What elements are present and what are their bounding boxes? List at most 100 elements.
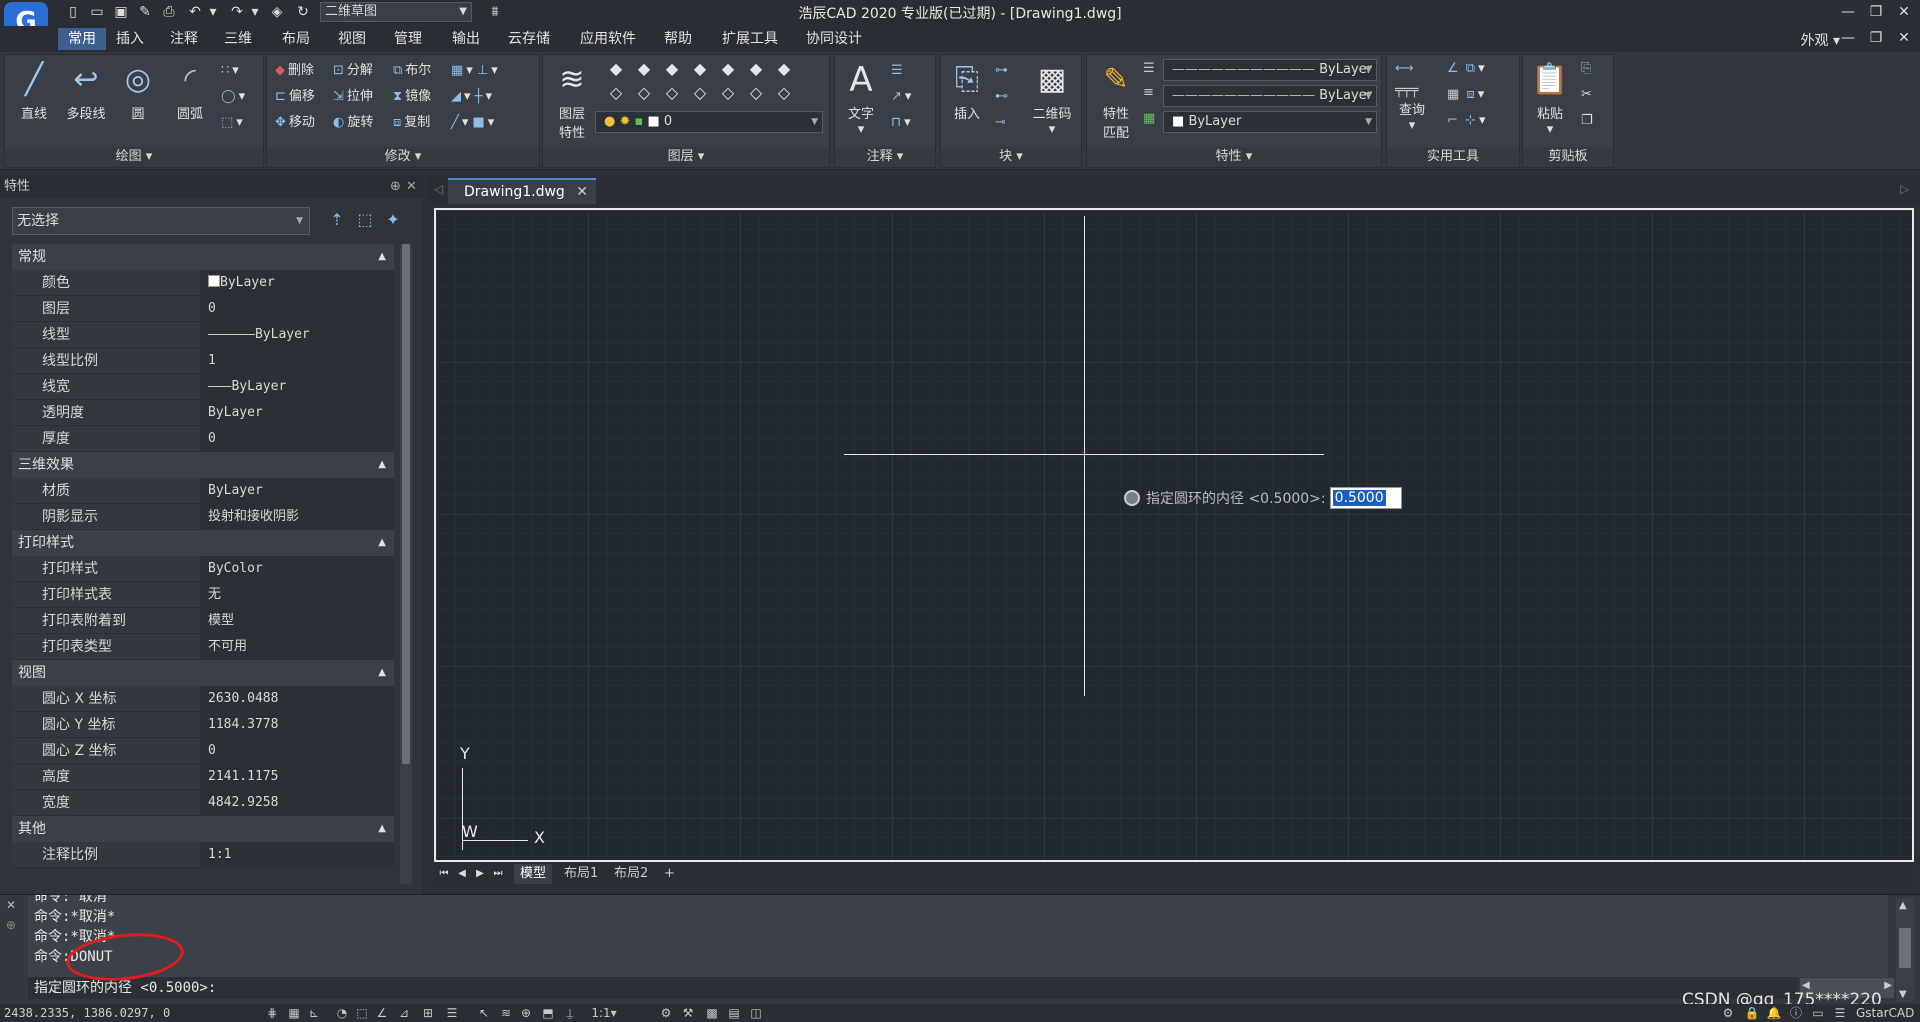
panel-block-title[interactable]: 块 ▾ xyxy=(941,147,1081,167)
panel-layer-title[interactable]: 图层 ▾ xyxy=(543,147,829,167)
dyn-icon[interactable]: ⊞ xyxy=(420,1005,436,1021)
layer-tool-icon[interactable]: ◇ xyxy=(715,83,741,102)
doc-restore-icon[interactable]: ❐ xyxy=(1864,28,1888,48)
pin-icon[interactable]: ⊕ xyxy=(6,918,16,932)
clean-screen-icon[interactable]: ◫ xyxy=(748,1005,764,1021)
lineweight-icon[interactable]: ☰ xyxy=(444,1005,460,1021)
properties-scrollbar[interactable] xyxy=(400,244,412,884)
fullscreen-icon[interactable]: ▭ xyxy=(1810,1005,1826,1021)
workspace-icon[interactable]: ⚒ xyxy=(680,1005,696,1021)
angle-tool[interactable]: ∠ ⧉ ▾ xyxy=(1447,59,1485,79)
annotation-visibility-icon[interactable]: ⚙ xyxy=(658,1005,674,1021)
mirror-tool[interactable]: ⧗ 镜像 xyxy=(393,87,431,107)
prop-row-thickness[interactable]: 厚度 0 xyxy=(12,426,394,452)
transparency-icon[interactable]: ↖ xyxy=(476,1005,492,1021)
tab-add-layout[interactable]: + xyxy=(658,864,681,884)
copy-tool[interactable]: ⧈ 复制 xyxy=(393,113,430,133)
tab-extension[interactable]: 扩展工具 xyxy=(712,28,788,50)
toggle-pickadd-icon[interactable]: ⇡ xyxy=(326,210,348,232)
close-icon[interactable]: ✕ xyxy=(6,898,16,912)
tab-3d[interactable]: 三维 xyxy=(214,28,262,50)
prop-row-layer[interactable]: 图层 0 xyxy=(12,296,394,322)
measure-tool[interactable]: ⟷ xyxy=(1395,59,1417,79)
tab-manage[interactable]: 管理 xyxy=(384,28,432,50)
restore-icon[interactable]: ❐ xyxy=(1864,2,1888,22)
offset-tool[interactable]: ⊏ 偏移 xyxy=(275,87,315,107)
copy-clip-tool[interactable]: ⎘ xyxy=(1581,59,1594,79)
polar-icon[interactable]: ◔ xyxy=(334,1005,350,1021)
layer-tool-icon[interactable]: ◆ xyxy=(603,59,629,78)
move-tool[interactable]: ✥ 移动 xyxy=(275,113,315,133)
rotate-tool[interactable]: ◐ 旋转 xyxy=(333,113,373,133)
appearance-menu[interactable]: 外观 ▾ xyxy=(1801,30,1840,50)
tab-apps[interactable]: 应用软件 xyxy=(570,28,646,50)
sync-icon[interactable]: ↻ xyxy=(294,3,312,21)
panel-properties-title[interactable]: 特性 ▾ xyxy=(1087,147,1381,167)
layers-icon[interactable]: ≋ xyxy=(498,1005,514,1021)
lock-icon[interactable]: 🔒 xyxy=(1744,1005,1760,1021)
section-view[interactable]: 视图 ▲ xyxy=(12,660,394,686)
command-input[interactable]: 指定圆环的内径 <0.5000>: xyxy=(28,977,1798,999)
text-tool[interactable]: A 文字 ▾ xyxy=(839,61,883,137)
doc-close-icon[interactable]: ✕ xyxy=(1892,28,1916,48)
tab-model[interactable]: 模型 xyxy=(514,864,553,884)
color-select[interactable]: ■ ByLayer ▼ xyxy=(1163,111,1377,133)
prop-row-linetype[interactable]: 线型 ——————ByLayer xyxy=(12,322,394,348)
block-edit-tool[interactable]: ⊷ xyxy=(995,87,1011,107)
qrcode-tool[interactable]: ▩ 二维码 ▾ xyxy=(1027,61,1077,137)
layer-tool-icon[interactable]: ◆ xyxy=(631,59,657,78)
osnap-icon[interactable]: ⬚ xyxy=(354,1005,370,1021)
otrack-icon[interactable]: ∠ xyxy=(374,1005,390,1021)
scroll-down-icon[interactable]: ▼ xyxy=(1899,989,1907,1000)
layer-stack-icon[interactable]: ◈ xyxy=(268,3,286,21)
prop-row-material[interactable]: 材质 ByLayer xyxy=(12,478,394,504)
next-layout-icon[interactable]: ▶ xyxy=(472,866,488,882)
polyline-tool[interactable]: ↩ 多段线 xyxy=(61,61,111,122)
fillet-tool[interactable]: ◢ ▾ ┼ ▾ xyxy=(451,87,492,107)
prop-row-center-y[interactable]: 圆心 Y 坐标 1184.3778 xyxy=(12,712,394,738)
delete-tool[interactable]: ◆ 删除 xyxy=(275,61,314,81)
tab-layout2[interactable]: 布局2 xyxy=(608,864,654,884)
tab-cloud[interactable]: 云存储 xyxy=(498,28,560,50)
command-scrollbar[interactable]: ▲ ▼ xyxy=(1896,898,1914,1002)
section-plot-style[interactable]: 打印样式 ▲ xyxy=(12,530,394,556)
point-tool[interactable]: ∷ ▾ xyxy=(221,61,239,81)
save-icon[interactable]: ▣ xyxy=(112,3,130,21)
tab-layout1[interactable]: 布局1 xyxy=(558,864,604,884)
info-icon[interactable]: ⓘ xyxy=(1788,1005,1804,1021)
close-icon[interactable]: ✕ xyxy=(1892,2,1916,22)
stretch-tool[interactable]: ⇲ 拉伸 xyxy=(333,87,373,107)
doc-minimize-icon[interactable]: — xyxy=(1836,28,1860,48)
block-attribute-tool[interactable]: ⊸ xyxy=(995,113,1009,133)
pin-icon[interactable]: ⊕ xyxy=(390,176,401,198)
layer-tool-icon[interactable]: ◇ xyxy=(743,83,769,102)
dimension-tool[interactable]: ⊓ ▾ xyxy=(891,113,911,133)
explode-tool[interactable]: ⊡ 分解 xyxy=(333,61,373,81)
customize-icon[interactable]: ☰ xyxy=(1832,1005,1848,1021)
prop-row-center-x[interactable]: 圆心 X 坐标 2630.0488 xyxy=(12,686,394,712)
boolean-tool[interactable]: ⧉ 布尔 xyxy=(393,61,431,81)
layer-tool-icon[interactable]: ◇ xyxy=(771,83,797,102)
prop-row-shadow[interactable]: 阴影显示 投射和接收阴影 xyxy=(12,504,394,530)
tab-drawing1[interactable]: Drawing1.dwg ✕ xyxy=(448,178,596,204)
last-layout-icon[interactable]: ⏭ xyxy=(490,866,506,882)
query-tool[interactable]: 查询 ▾ xyxy=(1387,99,1437,133)
close-icon[interactable]: ✕ xyxy=(576,180,588,204)
workspace-select[interactable]: 二维草图 ▼ xyxy=(320,2,472,22)
ortho-icon[interactable]: ⊾ xyxy=(306,1005,322,1021)
scrollbar-thumb[interactable] xyxy=(1899,928,1911,968)
customize-toolbar-icon[interactable]: ⩩ xyxy=(486,3,504,21)
ruler-tool[interactable]: ╤╤╤ xyxy=(1395,81,1421,101)
snap-icon[interactable]: ⋕ xyxy=(264,1005,280,1021)
undo-icon[interactable]: ↶ xyxy=(186,3,204,21)
prop-row-plot-style[interactable]: 打印样式 ByColor xyxy=(12,556,394,582)
ducs-icon[interactable]: ⊿ xyxy=(396,1005,412,1021)
circle-tool[interactable]: ◎ 圆 xyxy=(113,61,163,122)
ucs-tool[interactable]: ⌐ ⊹ ▾ xyxy=(1447,111,1485,131)
scroll-up-icon[interactable]: ▲ xyxy=(1899,900,1907,911)
minimize-icon[interactable]: — xyxy=(1836,2,1860,22)
layer-properties-tool[interactable]: ≋ 图层 特性 xyxy=(547,61,597,141)
layer-tool-icon[interactable]: ◆ xyxy=(715,59,741,78)
section-3d-effects[interactable]: 三维效果 ▲ xyxy=(12,452,394,478)
tab-collaboration[interactable]: 协同设计 xyxy=(796,28,872,50)
